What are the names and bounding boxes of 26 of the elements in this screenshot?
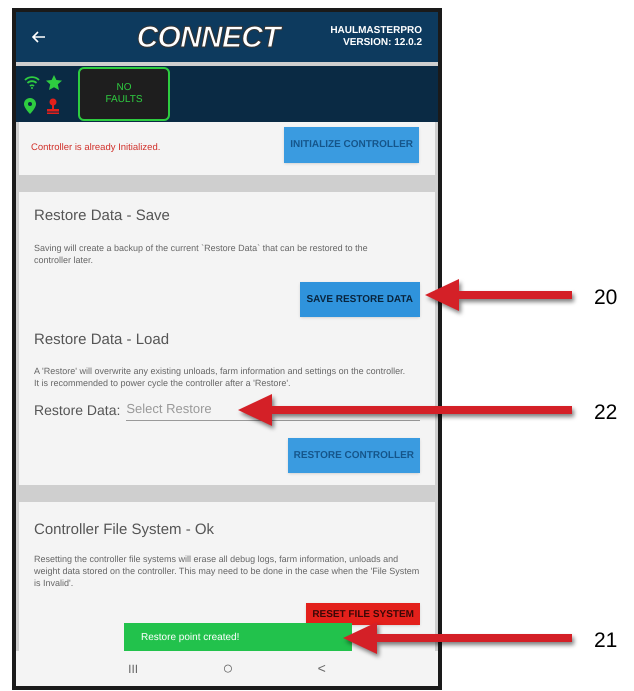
reset-file-system-button[interactable]: RESET FILE SYSTEM xyxy=(306,603,420,625)
callout-number: 20 xyxy=(594,285,618,311)
callout-number: 21 xyxy=(594,628,618,654)
section-description: Resetting the controller file systems will erase all debug logs, farm information, unloads and weight data stored on the controller. This may need to be done in the case when the 'File System is Invalid'. xyxy=(34,553,420,589)
version-label: VERSION: 12.0.2 xyxy=(343,37,422,50)
stamp-icon xyxy=(46,98,60,114)
section-title: Controller File System - Ok xyxy=(34,520,216,540)
app-logo: CONNECT xyxy=(136,14,280,60)
section-description: A 'Restore' will overwrite any existing unloads, farm information and settings on the controller. It is recommended to power cycle the controller after a 'Restore'. xyxy=(34,365,406,389)
wifi-icon xyxy=(24,74,40,88)
location-pin-icon xyxy=(24,98,36,114)
section-title: Restore Data - Save xyxy=(34,206,171,226)
star-icon xyxy=(46,74,62,90)
save-restore-data-button[interactable]: SAVE RESTORE DATA xyxy=(300,282,420,316)
restore-toast: Restore point created! xyxy=(124,623,352,651)
section-description: Saving will create a backup of the current `Restore Data` that can be restored to the controller later. xyxy=(34,242,369,266)
recents-button[interactable]: III xyxy=(128,660,138,678)
section-title: Restore Data - Load xyxy=(34,330,170,350)
initialized-message: Controller is already Initialized. xyxy=(31,141,160,156)
home-button[interactable]: ○ xyxy=(222,655,234,682)
back-button[interactable]: < xyxy=(318,658,326,679)
app-name: HAULMASTERPRO xyxy=(330,24,422,37)
callout-number: 22 xyxy=(594,400,618,426)
field-label: Restore Data: xyxy=(34,400,120,420)
faults-badge: NO FAULTS xyxy=(78,67,170,121)
back-arrow-icon[interactable] xyxy=(32,31,46,43)
